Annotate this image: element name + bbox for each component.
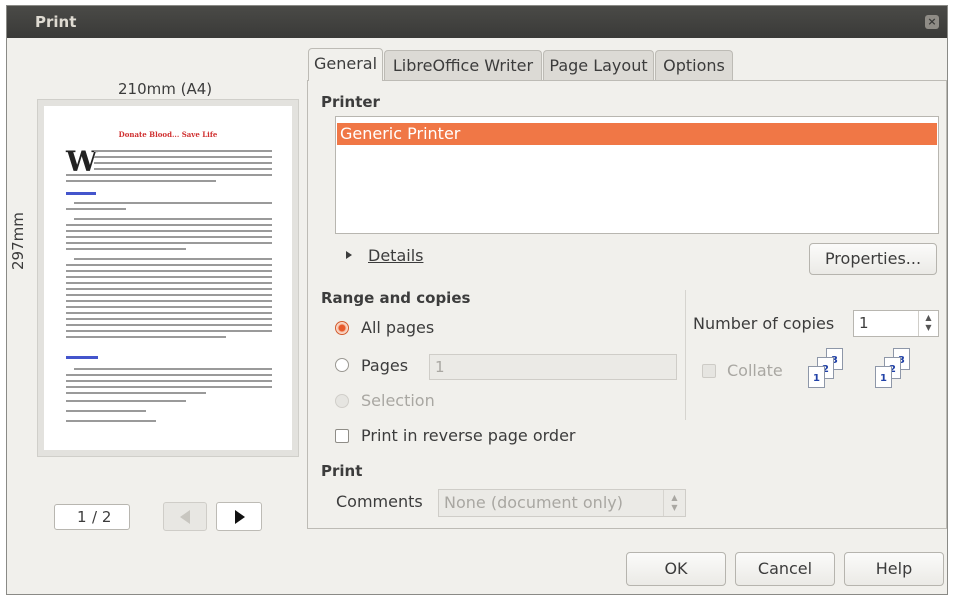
previous-page-button[interactable] (163, 502, 207, 531)
ok-button[interactable]: OK (626, 552, 726, 586)
printer-heading: Printer (321, 93, 380, 111)
pages-field[interactable]: 1 (429, 354, 677, 380)
collate-on-icon: 3 2 1 (875, 348, 917, 394)
arrow-right-icon (235, 510, 245, 524)
details-expander[interactable]: Details (346, 246, 423, 265)
reverse-order-checkbox[interactable] (335, 429, 349, 443)
arrow-left-icon (180, 510, 190, 524)
window-title: Print (35, 13, 77, 31)
cancel-button[interactable]: Cancel (735, 552, 835, 586)
tab-general[interactable]: General (308, 48, 383, 81)
preview-dropcap: W (66, 145, 98, 178)
details-label: Details (368, 246, 424, 265)
copies-spinner[interactable]: 1 ▲ ▼ (853, 310, 939, 337)
preview-page: Donate Blood... Save Life W (44, 106, 292, 450)
collate-off-icon: 3 2 1 (808, 348, 850, 394)
comments-label: Comments (336, 492, 423, 511)
next-page-button[interactable] (216, 502, 262, 531)
number-of-copies-label: Number of copies (693, 314, 835, 333)
preview-doc-heading: Donate Blood... Save Life (118, 130, 218, 139)
all-pages-label: All pages (361, 318, 435, 337)
page-height-label: 297mm (9, 212, 27, 270)
printer-item[interactable]: Generic Printer (337, 123, 937, 145)
total-pages: / 2 (92, 508, 112, 526)
copies-divider (685, 290, 686, 420)
print-heading: Print (321, 462, 363, 480)
properties-button[interactable]: Properties... (809, 243, 937, 275)
page-number-field[interactable]: 1 / 2 (54, 504, 130, 530)
selection-label: Selection (361, 391, 435, 410)
spinner-arrows-icon[interactable]: ▲ ▼ (918, 311, 938, 336)
collate-label: Collate (727, 361, 783, 380)
collate-checkbox[interactable] (702, 364, 716, 378)
range-heading: Range and copies (321, 289, 471, 307)
comments-value: None (document only) (444, 493, 623, 512)
selection-radio[interactable] (335, 394, 349, 408)
comments-select[interactable]: None (document only) ▲ ▼ (438, 489, 686, 517)
select-arrows-icon: ▲ ▼ (663, 490, 685, 516)
printer-list[interactable]: Generic Printer (335, 116, 939, 234)
tab-options[interactable]: Options (655, 50, 733, 80)
expander-arrow-icon (346, 251, 352, 259)
help-button[interactable]: Help (844, 552, 944, 586)
copies-value: 1 (859, 314, 869, 332)
current-page: 1 (77, 508, 87, 526)
close-icon[interactable]: × (925, 15, 939, 29)
tab-libreoffice-writer[interactable]: LibreOffice Writer (384, 50, 542, 80)
page-preview: Donate Blood... Save Life W (37, 99, 299, 457)
all-pages-radio[interactable] (335, 321, 349, 335)
title-bar: Print × (7, 6, 947, 38)
tab-page-layout[interactable]: Page Layout (543, 50, 654, 80)
pages-label: Pages (361, 356, 409, 375)
page-width-label: 210mm (A4) (118, 80, 213, 98)
reverse-order-label: Print in reverse page order (361, 426, 576, 445)
pages-radio[interactable] (335, 358, 349, 372)
